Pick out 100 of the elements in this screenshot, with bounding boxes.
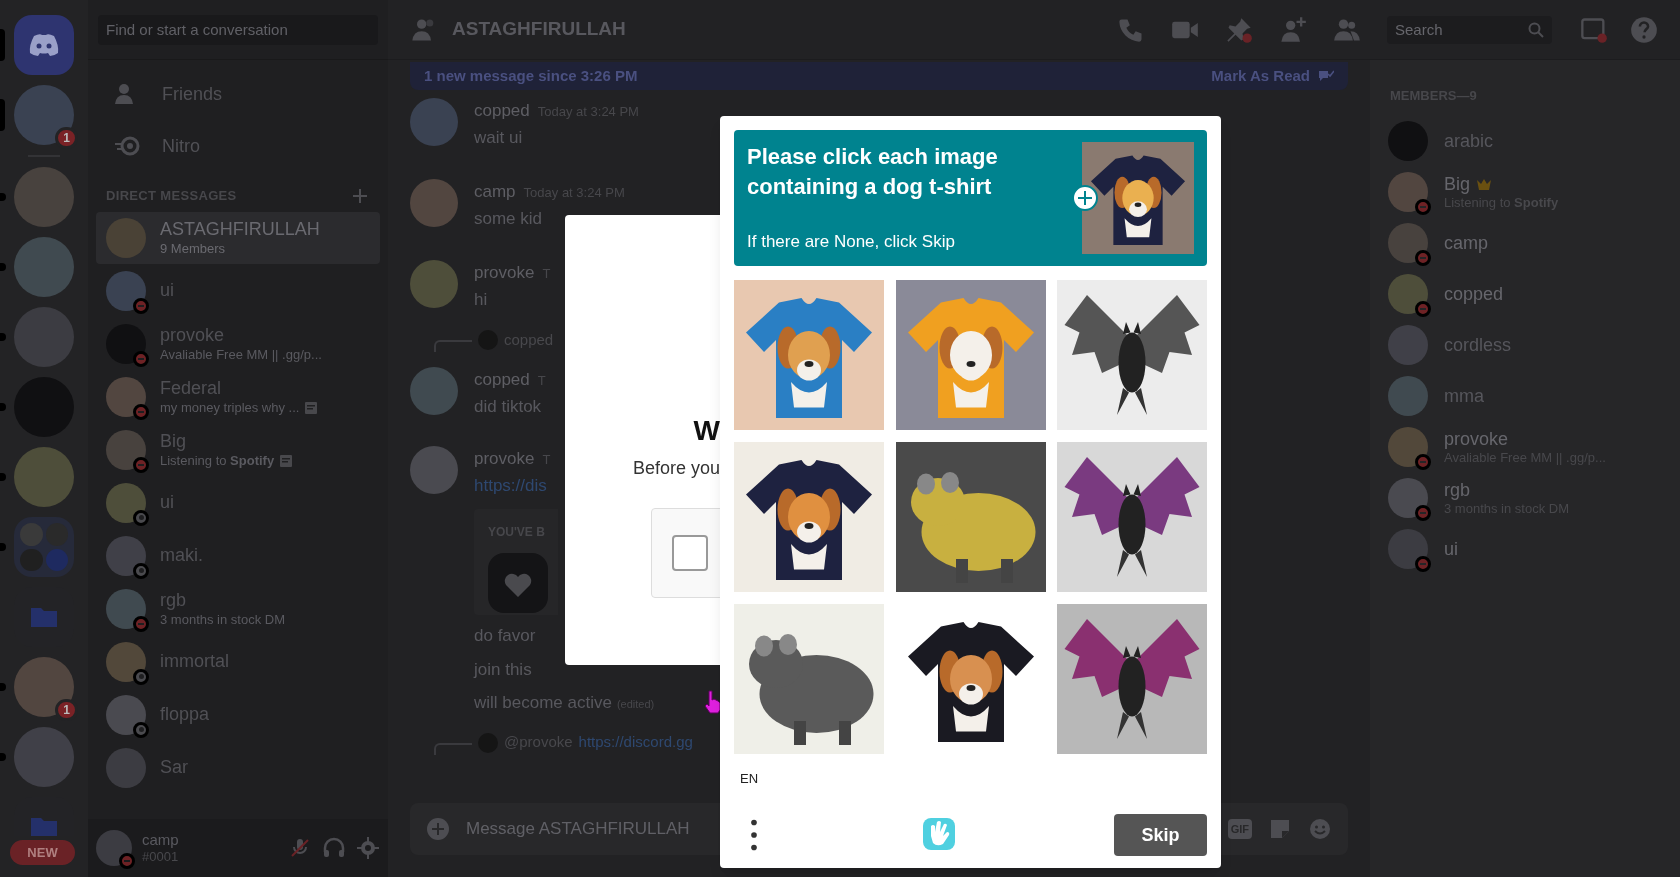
dialog-title: W (693, 414, 720, 448)
reply-line (434, 742, 472, 755)
avatar (1388, 172, 1428, 212)
pin-icon[interactable] (1225, 15, 1253, 44)
inbox-icon[interactable] (1580, 15, 1608, 44)
member-item[interactable]: camp (1388, 217, 1680, 269)
message-text: join this (474, 658, 532, 681)
home-button[interactable] (14, 15, 74, 75)
server-icon[interactable] (14, 85, 74, 145)
server-icon[interactable] (14, 657, 74, 717)
zoom-in-icon[interactable] (1072, 185, 1098, 211)
avatar (106, 535, 146, 576)
unread-indicator (0, 683, 6, 691)
note-icon (305, 401, 318, 414)
search-field[interactable]: Find or start a conversation (98, 14, 378, 45)
avatar (106, 429, 146, 470)
member-name: rgb (1444, 478, 1470, 502)
folder-icon (30, 605, 58, 629)
message-text: wait ui (474, 127, 524, 149)
avatar (106, 482, 146, 523)
search-icon (1528, 21, 1544, 38)
message-author[interactable]: copped (474, 367, 530, 393)
sticker-icon[interactable] (1268, 817, 1292, 841)
checkbox[interactable] (672, 535, 708, 571)
message-author[interactable]: provoke (474, 446, 535, 472)
avatar (106, 747, 146, 788)
member-item[interactable]: ui (1388, 523, 1680, 575)
avatar (106, 694, 146, 735)
selected-indicator (0, 99, 5, 131)
reply-line (434, 340, 472, 352)
message-text: do favor (474, 625, 536, 647)
banner-text: 1 new message since 3:26 PM (424, 65, 638, 86)
language-label[interactable]: EN (740, 769, 1207, 789)
settings-icon[interactable] (356, 836, 380, 860)
message-link[interactable]: https://dis (474, 473, 551, 499)
avatar (106, 376, 146, 417)
message-text: some kid (474, 208, 544, 230)
message-author[interactable]: camp (474, 179, 516, 205)
mark-read-icon (1318, 68, 1334, 84)
avatar (410, 367, 458, 415)
server-folder[interactable] (14, 517, 74, 577)
notification-badge: 1 (55, 127, 78, 149)
message-author[interactable]: copped (474, 98, 530, 124)
server-icon[interactable] (14, 727, 74, 787)
message-text: will become active (474, 692, 612, 714)
new-messages-banner[interactable]: 1 new message since 3:26 PM Mark As Read (410, 62, 1348, 90)
status-text: Avaliable Free MM || .gg/p... (160, 346, 322, 363)
unread-indicator (0, 473, 6, 481)
avatar (1388, 427, 1428, 467)
conversation-name: ASTAGHFIRULLAH (160, 218, 320, 241)
avatar (106, 270, 146, 311)
mark-as-read-link[interactable]: Mark As Read (1211, 64, 1310, 88)
new-badge[interactable]: NEW (10, 840, 75, 865)
search-field[interactable]: Search (1387, 15, 1552, 44)
status-text: Listening to Spotify (160, 452, 275, 469)
member-name: Big (1444, 172, 1470, 196)
member-name: copped (1444, 282, 1504, 306)
avatar (410, 260, 458, 308)
help-icon[interactable] (1630, 15, 1658, 44)
avatar (1388, 376, 1428, 416)
member-name: provoke (1444, 427, 1509, 451)
channel-title: ASTAGHFIRULLAH (452, 17, 627, 42)
avatar (410, 179, 458, 227)
note-icon (280, 454, 293, 467)
member-name: ui (1444, 537, 1458, 561)
headphones-icon[interactable] (322, 836, 346, 860)
member-item[interactable]: copped (1388, 268, 1680, 320)
selected-indicator (0, 29, 5, 61)
status-text: my money triples why ... (160, 399, 300, 416)
cursor-icon (704, 690, 722, 714)
message-author[interactable]: provoke (474, 260, 535, 286)
plus-icon[interactable] (352, 187, 368, 204)
notification-badge: 1 (55, 699, 78, 721)
avatar (106, 641, 146, 682)
server-icon[interactable] (14, 447, 74, 507)
conversation-item[interactable]: ASTAGHFIRULLAH 9 Members (96, 211, 380, 264)
unread-indicator (0, 333, 6, 341)
add-person-icon[interactable] (1279, 15, 1307, 44)
emoji-icon[interactable] (1308, 817, 1332, 841)
username: camp (142, 830, 180, 850)
folder-icon (30, 815, 58, 836)
unread-indicator (0, 403, 6, 411)
avatar (1388, 274, 1428, 314)
server-icon (488, 553, 548, 613)
avatar (410, 98, 458, 146)
member-name: camp (1444, 231, 1488, 255)
composer-placeholder: Message ASTAGHFIRULLAH (466, 818, 691, 841)
avatar (106, 323, 146, 364)
skip-button[interactable]: Skip (1114, 814, 1207, 856)
unread-indicator (0, 543, 6, 551)
logo-icon (28, 33, 60, 57)
status-text: 3 months in stock DM (160, 611, 285, 628)
avatar (96, 830, 132, 866)
message-text: did tiktok (474, 396, 543, 418)
server-icon[interactable] (14, 167, 74, 227)
message-text: hi (474, 289, 489, 311)
add-circle-icon[interactable] (426, 817, 450, 841)
reply-link[interactable]: https://discord.gg (578, 731, 693, 754)
server-icon[interactable] (14, 237, 74, 297)
avatar (410, 446, 458, 494)
